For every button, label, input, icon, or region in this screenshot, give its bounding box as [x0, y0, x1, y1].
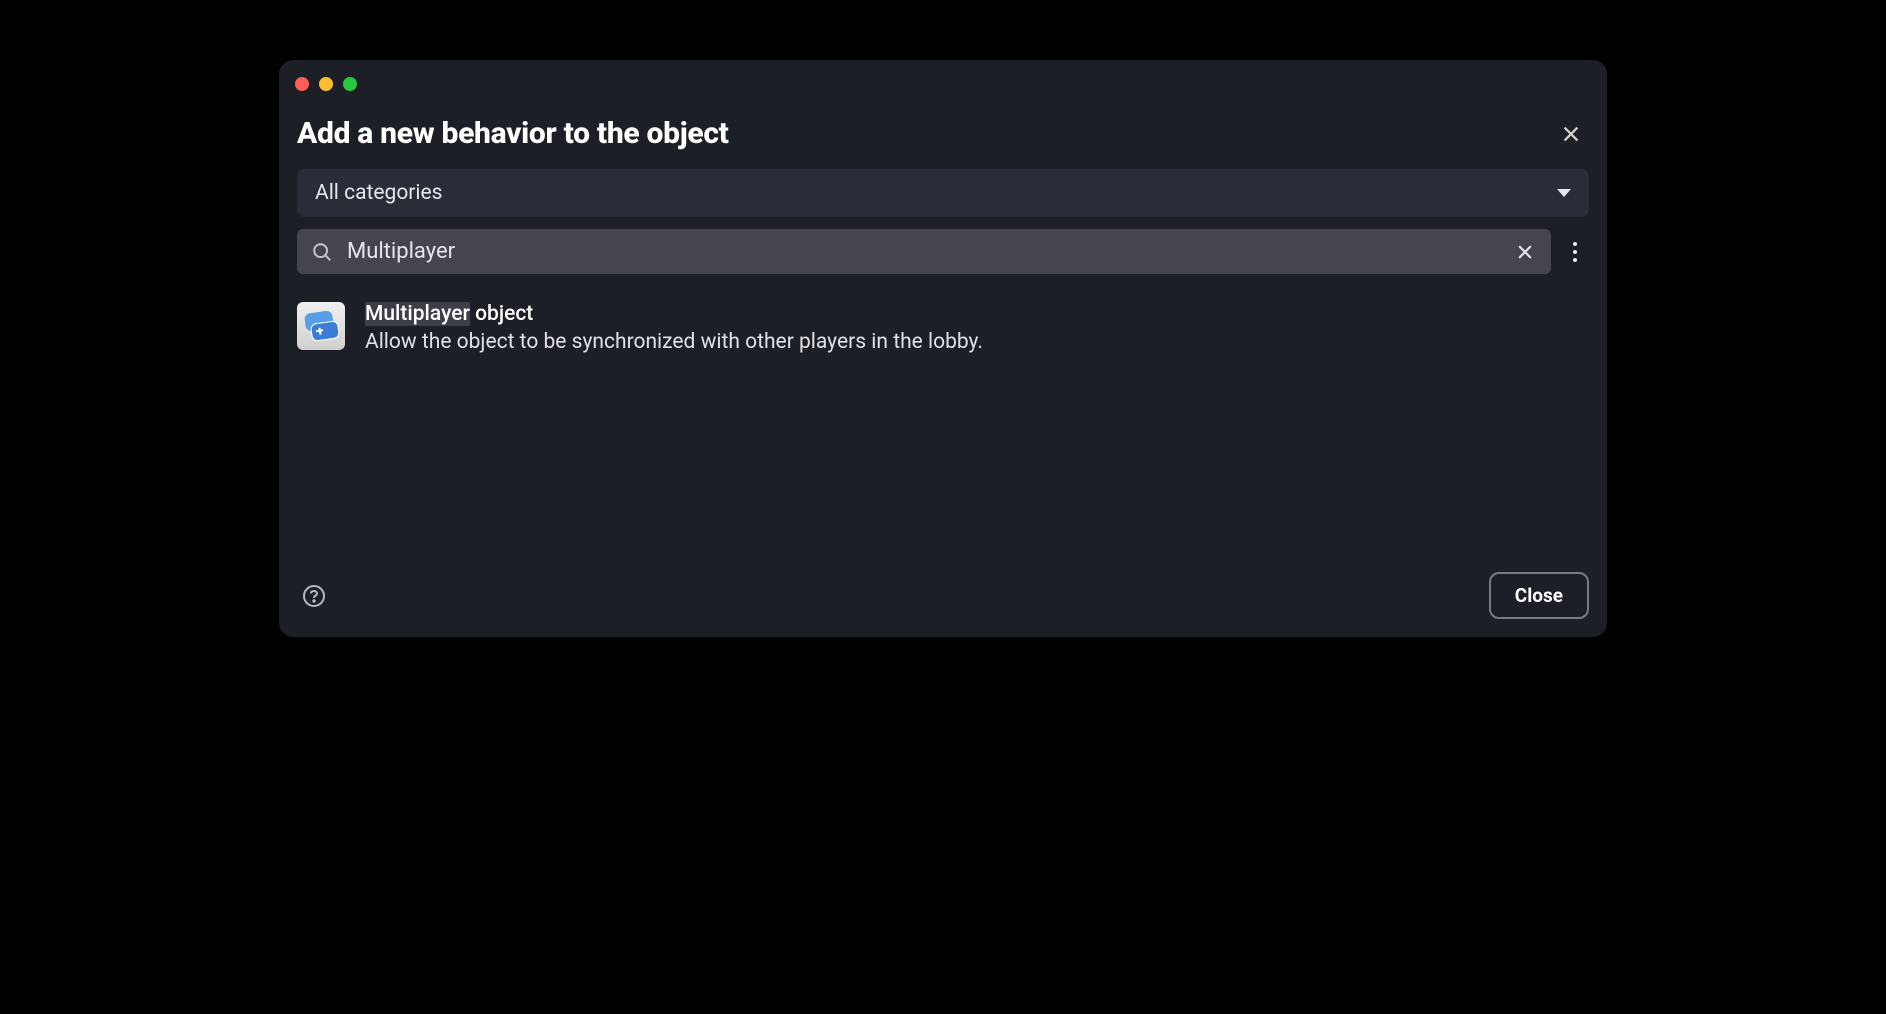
help-icon — [302, 584, 326, 608]
spacer — [297, 358, 1589, 538]
dialog-footer: Close — [279, 556, 1607, 637]
chevron-down-icon — [1557, 189, 1571, 197]
search-clear-button[interactable] — [1513, 240, 1537, 264]
category-dropdown[interactable]: All categories — [297, 169, 1589, 217]
search-input[interactable] — [347, 239, 1499, 264]
dialog-close-button[interactable] — [1557, 120, 1585, 148]
close-icon — [1560, 123, 1582, 145]
search-icon — [311, 241, 333, 263]
result-description: Allow the object to be synchronized with… — [365, 330, 1589, 354]
dialog-content: All categories — [279, 169, 1607, 556]
window-titlebar — [279, 60, 1607, 108]
help-button[interactable] — [301, 583, 327, 609]
gamepad-multiplayer-icon — [297, 302, 345, 350]
result-title: Multiplayer object — [365, 302, 1589, 326]
window-close-icon[interactable] — [295, 77, 309, 91]
dialog-title: Add a new behavior to the object — [297, 116, 729, 151]
traffic-lights — [295, 77, 357, 91]
category-selected-label: All categories — [315, 181, 443, 205]
close-button[interactable]: Close — [1489, 572, 1589, 619]
more-vertical-icon — [1573, 242, 1577, 246]
search-row — [297, 229, 1589, 274]
more-options-button[interactable] — [1561, 232, 1589, 272]
behavior-result-item[interactable]: Multiplayer object Allow the object to b… — [297, 298, 1589, 358]
window-minimize-icon[interactable] — [319, 77, 333, 91]
result-text: Multiplayer object Allow the object to b… — [365, 302, 1589, 354]
dialog-header: Add a new behavior to the object — [279, 108, 1607, 169]
close-icon — [1515, 242, 1535, 262]
dialog-window: Add a new behavior to the object All cat… — [279, 60, 1607, 637]
window-maximize-icon[interactable] — [343, 77, 357, 91]
search-box — [297, 229, 1551, 274]
